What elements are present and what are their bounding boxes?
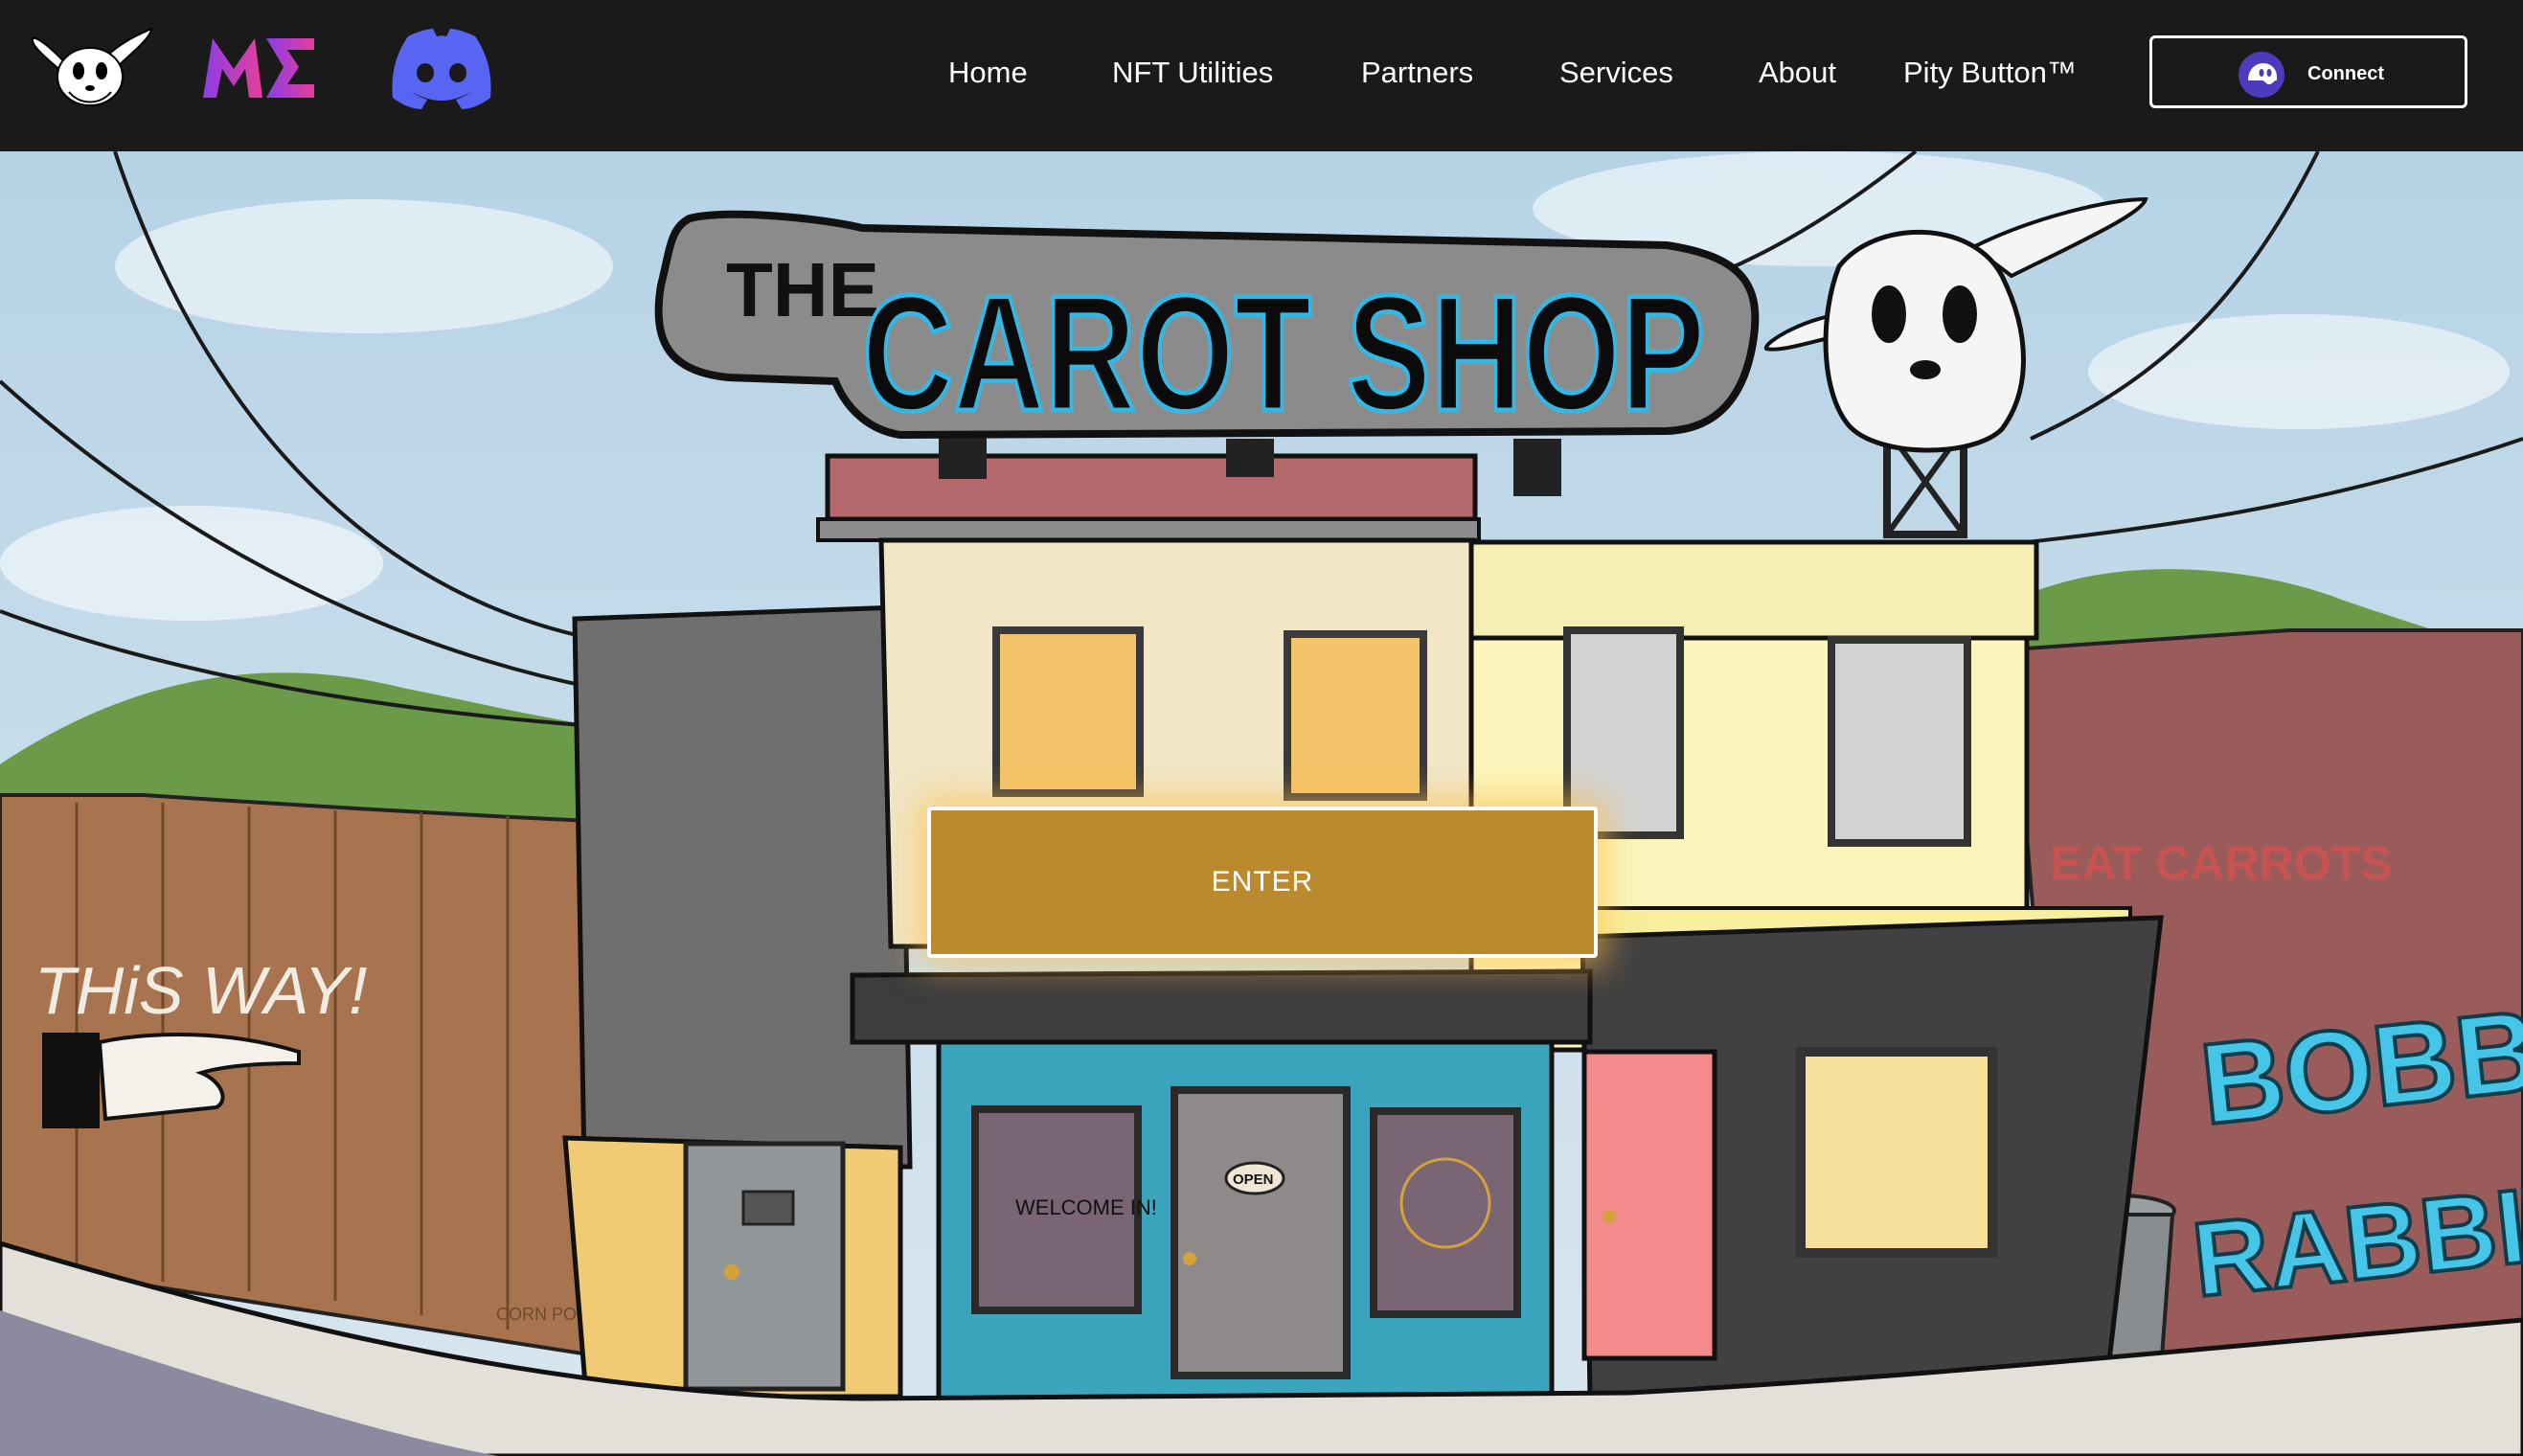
striped-window-left [1563, 626, 1684, 839]
nav-nft-utilities[interactable]: NFT Utilities [1112, 54, 1273, 92]
graffiti-this-way: THiS WAY! [34, 953, 367, 1028]
rabbit-mascot-logo[interactable] [31, 17, 155, 113]
shop-sign-title: CAROT SHOP [862, 262, 1705, 445]
emblem-window [1370, 1107, 1521, 1318]
nav-services[interactable]: Services [1559, 54, 1673, 92]
boarded-window-left [992, 626, 1144, 797]
magic-eden-logo[interactable] [199, 31, 318, 105]
top-navbar: Home NFT Utilities Partners Services Abo… [0, 0, 2523, 151]
discord-icon[interactable] [389, 27, 494, 109]
pink-door [1581, 1049, 1717, 1361]
open-sign-text: OPEN [1233, 1172, 1274, 1188]
connect-wallet-button[interactable]: Connect [2149, 35, 2467, 108]
awning [850, 968, 1593, 1045]
gray-roof-building [572, 604, 913, 1170]
gray-door [683, 1141, 846, 1392]
nav-about[interactable]: About [1759, 54, 1836, 92]
app-root: Home NFT Utilities Partners Services Abo… [0, 0, 2523, 1456]
shop-window [1796, 1047, 1997, 1258]
shop-door [1171, 1086, 1351, 1379]
welcome-window-text: WELCOME IN! [1015, 1195, 1157, 1219]
enter-button[interactable]: ENTER [927, 807, 1598, 958]
red-trim [825, 453, 1478, 522]
connect-label: Connect [2307, 63, 2384, 84]
nav-partners[interactable]: Partners [1361, 54, 1473, 92]
artist-tag: CORN POP [496, 1305, 588, 1324]
shop-sign-small: THE [726, 247, 879, 332]
hero-illustration: THiS WAY! CORN POP EAT CARROTS BOBBY RAB… [0, 151, 2523, 1456]
phantom-wallet-icon [2239, 52, 2284, 98]
nav-pity-button[interactable]: Pity Button™ [1903, 54, 2077, 92]
nav-home[interactable]: Home [948, 54, 1028, 92]
boarded-window-right [1284, 630, 1427, 801]
graffiti-red-tag: EAT CARROTS [2050, 836, 2392, 890]
striped-window-right [1828, 636, 1971, 847]
